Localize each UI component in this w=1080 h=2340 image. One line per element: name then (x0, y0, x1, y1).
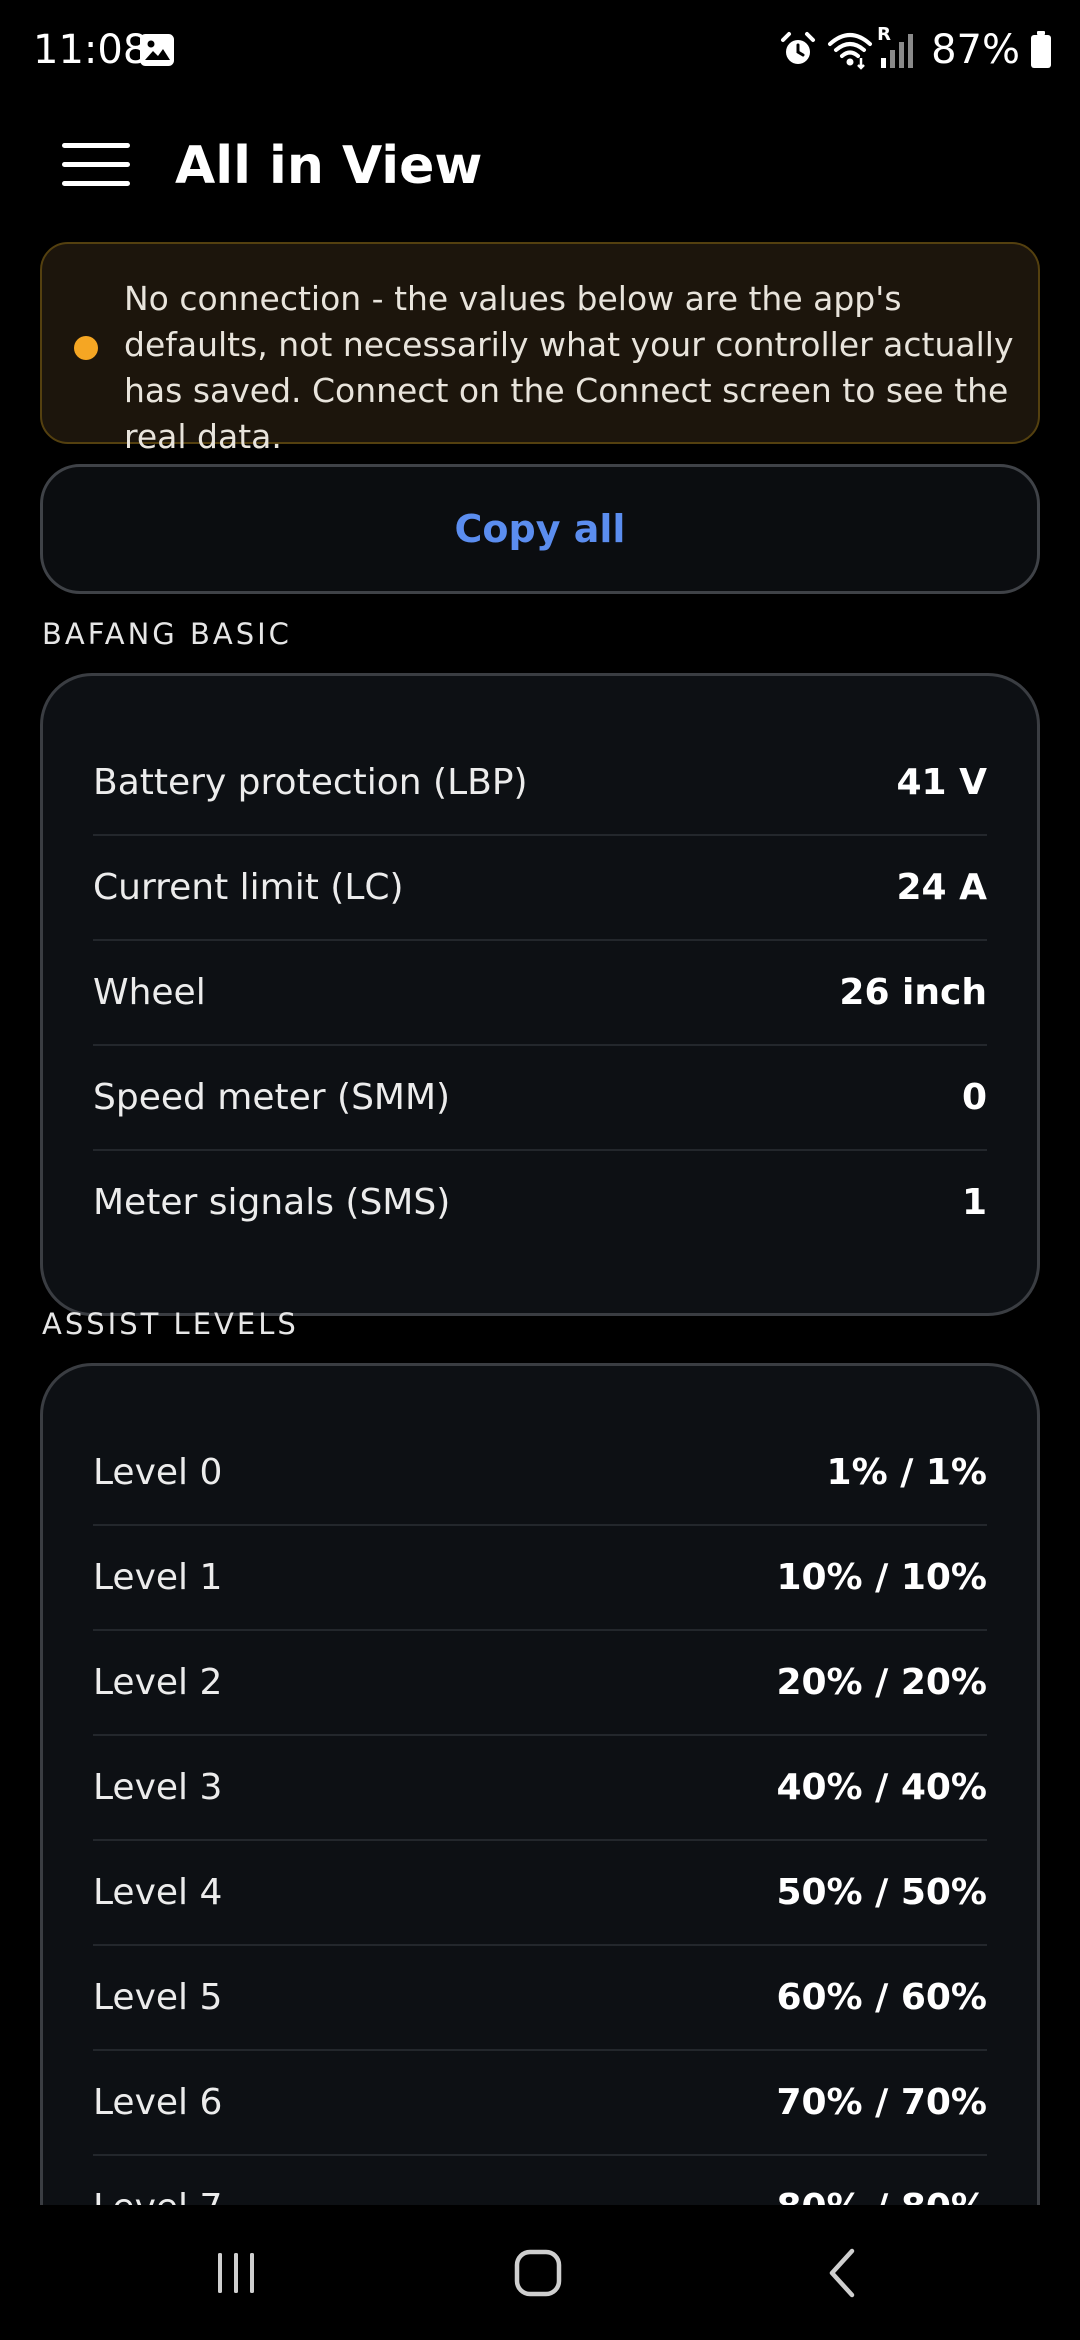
row-label: Level 1 (93, 1557, 223, 1598)
row-value: 1 (961, 1182, 987, 1223)
status-time: 11:08 (33, 27, 149, 73)
row-label: Level 2 (93, 1662, 223, 1703)
scroll-content[interactable]: No connection - the values below are the… (0, 230, 1080, 2205)
assist-level-row-4: Level 4 50% / 50% (93, 1841, 987, 1946)
battery-percent: 87% (931, 27, 1020, 73)
warning-dot-icon (74, 336, 98, 360)
row-value: 60% / 60% (776, 1977, 987, 2018)
bafang-basic-card: Battery protection (LBP) 41 V Current li… (40, 673, 1040, 1316)
row-value: 24 A (896, 867, 988, 908)
row-label: Level 7 (93, 2187, 222, 2205)
menu-icon (62, 143, 130, 186)
setting-row-meter-signals: Meter signals (SMS) 1 (93, 1151, 987, 1254)
setting-row-wheel: Wheel 26 inch (93, 941, 987, 1046)
row-value: 1% / 1% (826, 1452, 987, 1493)
row-label: Wheel (93, 972, 206, 1013)
assist-level-row-0: Level 0 1% / 1% (93, 1421, 987, 1526)
signal-icon: R (875, 24, 919, 70)
row-label: Speed meter (SMM) (93, 1077, 451, 1118)
navigation-bar (0, 2205, 1080, 2340)
row-value: 80% / 80% (776, 2187, 987, 2205)
assist-level-row-3: Level 3 40% / 40% (93, 1736, 987, 1841)
alarm-icon (781, 32, 816, 64)
row-value: 50% / 50% (776, 1872, 987, 1913)
setting-row-current-limit: Current limit (LC) 24 A (93, 836, 987, 941)
warning-text: No connection - the values below are the… (124, 279, 1014, 456)
section-header-assist-levels: ASSIST LEVELS (42, 1307, 299, 1341)
app-bar: All in View (0, 100, 1080, 230)
menu-button[interactable] (40, 126, 150, 204)
row-label: Meter signals (SMS) (93, 1182, 451, 1223)
recent-apps-button[interactable] (136, 2205, 336, 2340)
row-label: Battery protection (LBP) (93, 762, 528, 803)
assist-level-row-7: Level 7 80% / 80% (93, 2156, 987, 2205)
row-value: 20% / 20% (776, 1662, 987, 1703)
row-label: Level 0 (93, 1452, 223, 1493)
row-label: Level 3 (93, 1767, 223, 1808)
page-title: All in View (175, 136, 483, 196)
row-value: 70% / 70% (776, 2082, 987, 2123)
assist-level-row-5: Level 5 60% / 60% (93, 1946, 987, 2051)
assist-level-row-1: Level 1 10% / 10% (93, 1526, 987, 1631)
row-label: Current limit (LC) (93, 867, 404, 908)
setting-row-speed-meter: Speed meter (SMM) 0 (93, 1046, 987, 1151)
back-icon (829, 2248, 855, 2297)
status-bar: 11:08 R 87% (0, 0, 1080, 100)
assist-level-row-6: Level 6 70% / 70% (93, 2051, 987, 2156)
assist-levels-card: Level 0 1% / 1% Level 1 10% / 10% Level … (40, 1363, 1040, 2205)
setting-row-battery-protection: Battery protection (LBP) 41 V (93, 731, 987, 836)
wifi-icon (828, 33, 873, 70)
gallery-icon (140, 34, 174, 66)
home-button[interactable] (438, 2205, 638, 2340)
home-icon (514, 2249, 562, 2296)
copy-all-button[interactable]: Copy all (40, 464, 1040, 594)
no-connection-banner: No connection - the values below are the… (40, 242, 1040, 456)
back-button[interactable] (742, 2205, 942, 2340)
row-value: 41 V (896, 762, 988, 803)
recent-apps-icon (218, 2252, 254, 2293)
row-value: 40% / 40% (776, 1767, 987, 1808)
row-label: Level 6 (93, 2082, 223, 2123)
assist-level-row-2: Level 2 20% / 20% (93, 1631, 987, 1736)
row-label: Level 4 (93, 1872, 223, 1913)
section-header-bafang-basic: BAFANG BASIC (42, 617, 292, 651)
row-label: Level 5 (93, 1977, 223, 2018)
row-value: 26 inch (839, 972, 987, 1013)
row-value: 10% / 10% (776, 1557, 987, 1598)
row-value: 0 (961, 1077, 987, 1118)
status-icons: R 87% (779, 22, 1052, 78)
battery-icon (1031, 31, 1051, 68)
